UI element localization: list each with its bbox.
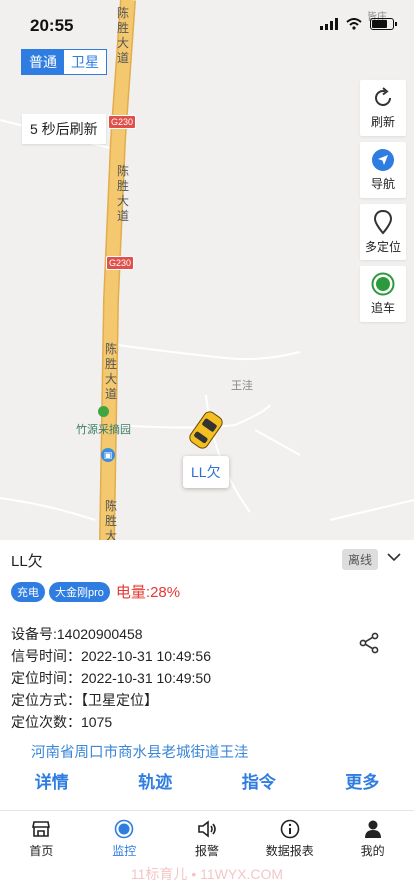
highway-shield: G230 [108, 115, 137, 129]
bus-stop-icon: ▣ [101, 448, 115, 462]
user-icon [364, 820, 381, 838]
bottom-tab-bar: 首页 监控 报警 数据报表 我的 [0, 810, 414, 867]
tab-monitor[interactable]: 监控 [83, 811, 166, 867]
minor-road [117, 344, 301, 361]
tab-home-label: 首页 [29, 844, 54, 858]
signal-icon [320, 18, 338, 30]
poi-village-label: 王洼 [231, 380, 253, 392]
action-bar: 详情 轨迹 指令 更多 [0, 768, 414, 793]
navigation-icon [372, 149, 394, 171]
more-button[interactable]: 更多 [312, 768, 412, 793]
map-view[interactable]: 陈胜大道 陈胜大道 陈胜大道 陈胜大 G230 G230 竹源采摘园 ▣ 王洼 … [0, 0, 414, 540]
tab-mine[interactable]: 我的 [331, 811, 414, 867]
status-icons [320, 18, 397, 30]
tab-alarm-label: 报警 [194, 844, 219, 858]
battery-level-text: 电量:28% [115, 584, 181, 601]
battery-icon [370, 18, 397, 30]
refresh-icon [375, 87, 391, 106]
refresh-button[interactable]: 刷新 [360, 80, 406, 136]
tab-home[interactable]: 首页 [0, 811, 83, 867]
multi-locate-button[interactable]: 多定位 [360, 204, 406, 260]
tab-mine-label: 我的 [360, 844, 385, 858]
command-button[interactable]: 指令 [209, 768, 309, 793]
info-icon [280, 819, 300, 839]
store-icon [32, 821, 51, 837]
refresh-countdown: 5 秒后刷新 [22, 114, 106, 144]
track-button[interactable]: 轨迹 [105, 768, 205, 793]
navigation-button[interactable]: 导航 [360, 142, 406, 198]
device-number: 设备号:14020900458 [11, 626, 143, 642]
speaker-icon [198, 820, 216, 838]
multi-locate-label: 多定位 [364, 240, 401, 254]
status-time: 20:55 [30, 16, 74, 35]
watermark-text: 11标育儿 • 11WYX.COM [130, 866, 284, 882]
wifi-icon [346, 18, 362, 30]
tab-reports-label: 数据报表 [265, 844, 314, 858]
status-bar: 20:55 [0, 0, 414, 50]
road-label: 陈胜大 [104, 499, 117, 540]
map-type-toggle[interactable]: 普通 卫星 [21, 49, 107, 75]
tab-alarm[interactable]: 报警 [166, 811, 249, 867]
minor-road [117, 404, 271, 429]
locate-method: 定位方式：【卫星定位】 [11, 692, 158, 708]
car-label[interactable]: LL欠 [183, 456, 229, 488]
signal-time: 信号时间：2022-10-31 10:49:56 [11, 648, 211, 664]
refresh-label: 刷新 [370, 115, 395, 129]
orchard-icon [98, 406, 109, 417]
device-tags: 充电 大金刚pro 电量:28% [11, 581, 180, 602]
poi-orchard-label: 竹源采摘园 [76, 424, 131, 436]
highway-shield: G230 [106, 256, 135, 270]
track-car-label: 追车 [370, 301, 395, 315]
car-marker[interactable] [187, 410, 224, 451]
map-type-normal[interactable]: 普通 [22, 50, 64, 74]
tab-monitor-label: 监控 [112, 844, 137, 858]
device-name: LL欠 [11, 553, 43, 570]
minor-road [329, 499, 414, 521]
details-button[interactable]: 详情 [2, 768, 102, 793]
location-pin-icon [373, 209, 393, 235]
locate-count: 定位次数：1075 [11, 714, 113, 730]
map-tools: 刷新 导航 多定位 追车 [360, 80, 406, 328]
address-link[interactable]: 河南省周口市商水县老城街道王洼 [31, 741, 249, 762]
track-target-icon [371, 272, 395, 296]
device-info-panel: LL欠 离线 充电 大金刚pro 电量:28% 设备号:14020900458 … [0, 540, 414, 810]
chevron-down-icon[interactable] [386, 550, 402, 564]
road-label: 陈胜大道 [116, 164, 129, 223]
road-label: 陈胜大道 [104, 342, 117, 401]
track-car-button[interactable]: 追车 [360, 266, 406, 322]
minor-road [254, 429, 301, 456]
minor-road [0, 497, 96, 521]
locate-time: 定位时间：2022-10-31 10:49:50 [11, 670, 211, 686]
monitor-icon [114, 819, 134, 839]
tag-model: 大金刚pro [49, 581, 110, 602]
device-details: 设备号:14020900458 信号时间：2022-10-31 10:49:56… [11, 623, 211, 733]
status-badge: 离线 [341, 549, 378, 570]
navigation-label: 导航 [370, 177, 395, 191]
share-icon[interactable] [358, 632, 380, 654]
tag-charging: 充电 [11, 581, 45, 602]
map-type-satellite[interactable]: 卫星 [64, 50, 106, 74]
tab-reports[interactable]: 数据报表 [248, 811, 331, 867]
